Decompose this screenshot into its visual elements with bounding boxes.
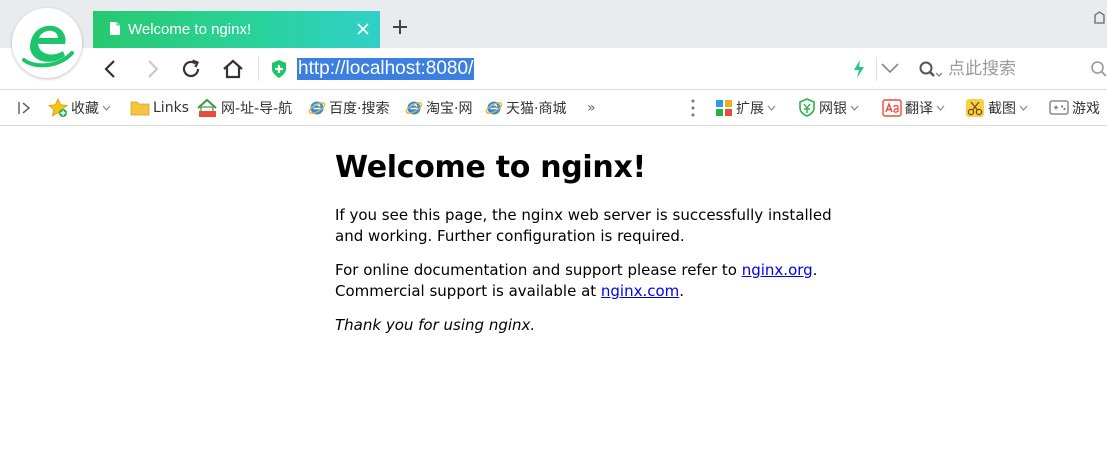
- divider: [876, 57, 877, 81]
- bookmark-label: Links: [153, 99, 189, 116]
- ie-icon: [485, 101, 503, 114]
- separator-dots: [691, 99, 695, 117]
- page-title: Welcome to nginx!: [335, 150, 646, 185]
- bookmark-label: 淘宝·网: [426, 100, 473, 117]
- bookmark-label: 百度·搜索: [329, 100, 390, 117]
- punctuation: .: [679, 282, 685, 300]
- bookmark-favorites[interactable]: 收藏: [48, 90, 111, 125]
- bookmark-label: 网-址-导-航: [221, 100, 293, 117]
- ie-icon: [308, 101, 326, 114]
- support-text: For online documentation and support ple…: [335, 261, 742, 279]
- chevron-down-icon[interactable]: [880, 60, 900, 76]
- commercial-support-text: Commercial support is available at: [335, 282, 601, 300]
- browser-logo-icon: [16, 12, 78, 74]
- bookmark-label: 天猫·商城: [506, 100, 567, 117]
- thank-you-text: Thank you for using nginx.: [335, 316, 536, 334]
- chevron-left-icon[interactable]: [99, 57, 123, 81]
- intro-paragraph: If you see this page, the nginx web serv…: [335, 206, 832, 245]
- tool-label: 翻译: [905, 100, 933, 117]
- more-chevron: »: [587, 99, 596, 116]
- gamepad-icon: [1049, 99, 1069, 115]
- tool-label: 网银: [819, 100, 847, 117]
- chevron-down-icon: [936, 105, 945, 111]
- bookmark-taobao[interactable]: 淘宝·网: [405, 90, 472, 125]
- lightning-icon[interactable]: [852, 59, 866, 79]
- ie-icon: [405, 101, 423, 114]
- navigation-bar: http://localhost:8080/: [0, 48, 1107, 90]
- bookmark-links-folder[interactable]: Links: [130, 90, 189, 125]
- chevron-down-icon: [850, 105, 859, 111]
- support-paragraph: For online documentation and support ple…: [335, 260, 855, 302]
- bookmark-tmall[interactable]: 天猫·商城: [485, 90, 566, 125]
- tab-active[interactable]: Welcome to nginx!: [93, 11, 380, 48]
- tool-label: 扩展: [736, 100, 764, 117]
- bookmarks-more[interactable]: »: [587, 90, 596, 125]
- tool-banking[interactable]: 网银: [798, 90, 859, 125]
- search-input[interactable]: [948, 58, 1078, 80]
- browser-logo[interactable]: [12, 8, 82, 78]
- window-menu-icon[interactable]: [1092, 10, 1107, 25]
- divider: [258, 57, 259, 81]
- chevron-down-icon: [767, 105, 776, 111]
- folder-icon: [130, 101, 150, 115]
- search-icon[interactable]: [1090, 60, 1107, 78]
- sidebar-toggle[interactable]: [16, 90, 35, 125]
- search-icon[interactable]: [918, 60, 944, 80]
- home-icon[interactable]: [221, 57, 245, 81]
- url-text[interactable]: http://localhost:8080/: [297, 58, 475, 80]
- house-icon: [197, 98, 217, 117]
- bank-shield-icon: [799, 98, 815, 117]
- plus-icon[interactable]: [392, 19, 408, 35]
- reload-icon[interactable]: [179, 57, 203, 81]
- punctuation: .: [812, 261, 818, 279]
- sidebar-toggle-icon: [18, 101, 31, 114]
- tool-translate[interactable]: 翻译: [882, 90, 945, 125]
- tool-extensions[interactable]: 扩展: [715, 90, 776, 125]
- bookmark-baidu[interactable]: 百度·搜索: [308, 90, 389, 125]
- chevron-down-icon: [102, 105, 111, 111]
- tab-title: Welcome to nginx!: [128, 21, 252, 38]
- tool-screenshot[interactable]: 截图: [965, 90, 1028, 125]
- close-icon[interactable]: [356, 22, 370, 36]
- nginx-com-link[interactable]: nginx.com: [601, 282, 679, 300]
- tool-label: 截图: [988, 100, 1016, 117]
- search-box[interactable]: [918, 56, 1107, 82]
- tool-games[interactable]: 游戏: [1049, 90, 1100, 125]
- bookmark-label: 收藏: [71, 100, 99, 117]
- page-icon: [110, 22, 120, 35]
- tab-strip: Welcome to nginx!: [0, 0, 1107, 78]
- tool-label: 游戏: [1072, 100, 1100, 117]
- translate-icon: [882, 98, 902, 117]
- star-icon: [48, 97, 68, 117]
- chevron-right-icon[interactable]: [140, 57, 164, 81]
- scissors-icon: [966, 98, 984, 117]
- chevron-down-icon: [1019, 105, 1028, 111]
- bookmark-nav-site[interactable]: 网-址-导-航: [196, 90, 292, 125]
- nginx-org-link[interactable]: nginx.org: [742, 261, 813, 279]
- extensions-icon: [716, 99, 732, 116]
- bookmarks-bar: 收藏 Links 网-址-导-航 百度·搜索 淘宝·网 天猫·商城 » 扩展 网…: [0, 90, 1107, 126]
- page-content: Welcome to nginx! If you see this page, …: [335, 126, 855, 336]
- shield-icon[interactable]: [270, 59, 288, 79]
